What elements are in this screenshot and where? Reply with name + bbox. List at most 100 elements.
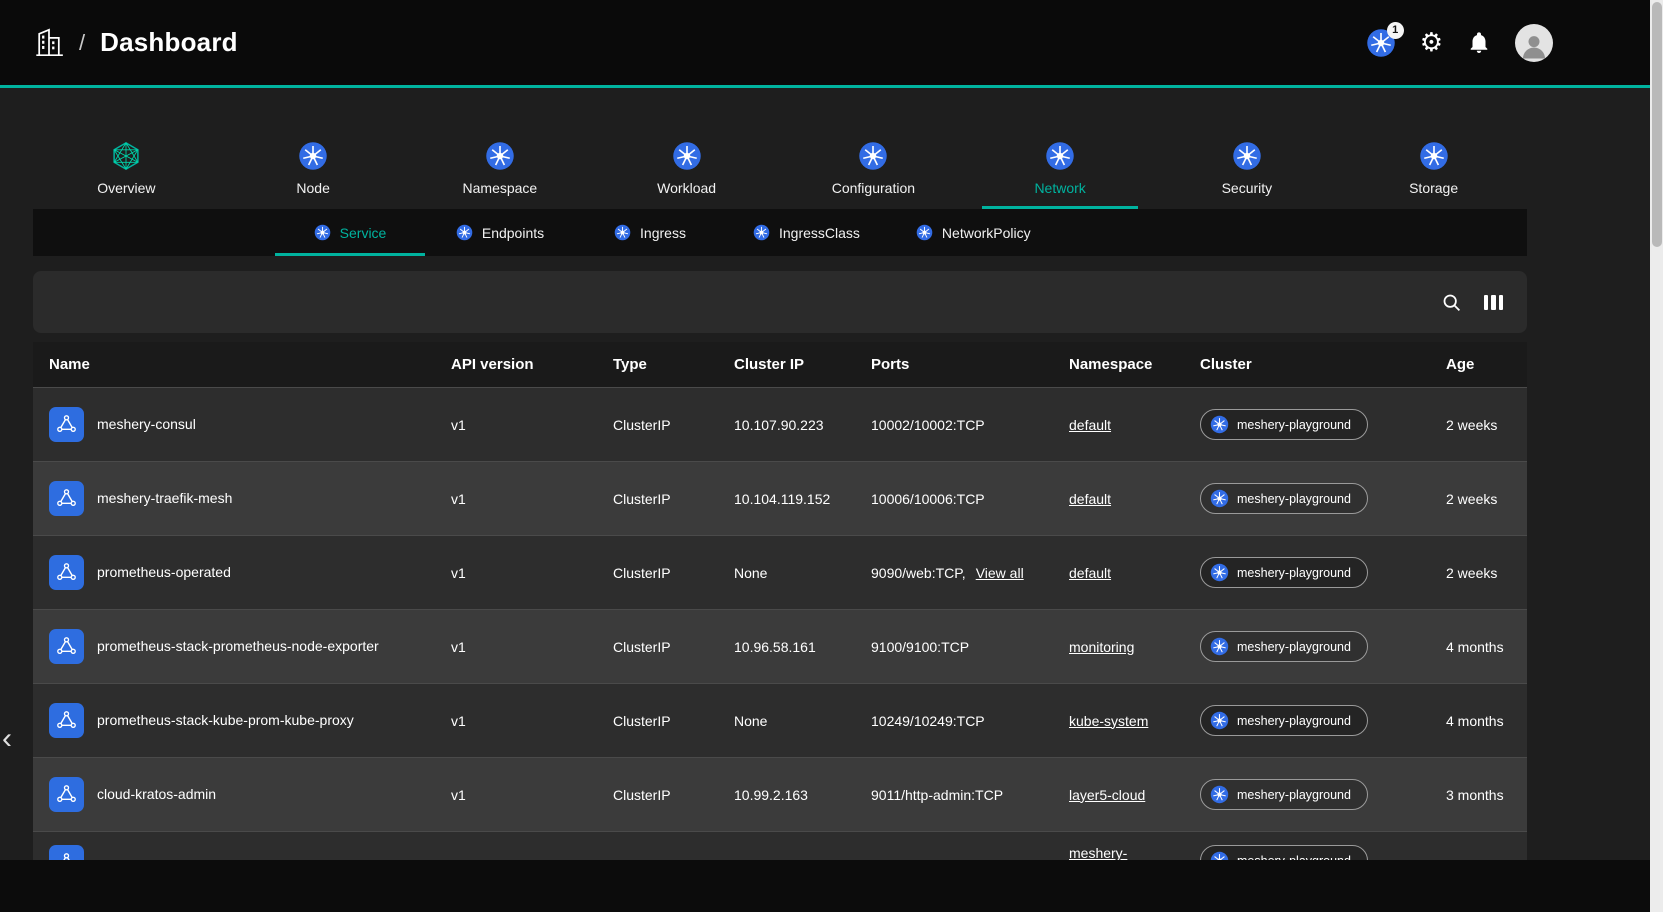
subtab-ingress[interactable]: Ingress	[575, 209, 725, 256]
ports-value: 10249/10249:TCP	[871, 713, 985, 729]
tab-workload[interactable]: Workload	[609, 131, 765, 209]
ports-cell: 10002/10002:TCP	[871, 417, 1069, 433]
sub-tab-label: NetworkPolicy	[942, 225, 1031, 241]
tab-configuration[interactable]: Configuration	[795, 131, 951, 209]
subtab-ingressclass[interactable]: IngressClass	[725, 209, 888, 256]
cluster-chip[interactable]: meshery-playground	[1200, 409, 1368, 440]
column-header-ports[interactable]: Ports	[871, 356, 1069, 373]
cluster-chip[interactable]: meshery-playground	[1200, 631, 1368, 662]
ports-value: 10002/10002:TCP	[871, 417, 985, 433]
table-row[interactable]: meshery-traefik-mesh v1 ClusterIP 10.104…	[33, 462, 1527, 536]
cluster-chip-label: meshery-playground	[1237, 714, 1351, 728]
namespace-link[interactable]: layer5-cloud	[1069, 787, 1145, 803]
scrollbar-thumb[interactable]	[1652, 2, 1662, 247]
namespace-link[interactable]: default	[1069, 491, 1111, 507]
cluster-ip-cell: None	[734, 713, 871, 729]
ports-cell: 9011/http-admin:TCP	[871, 787, 1069, 803]
tab-overview[interactable]: Overview	[48, 131, 204, 209]
view-columns-icon[interactable]	[1484, 295, 1504, 310]
resource-subtabs: Service Endpoints Ingress IngressClass N…	[33, 209, 1527, 256]
name-cell: meshery-consul	[49, 407, 451, 442]
column-header-cluster[interactable]: Cluster	[1200, 356, 1446, 373]
subtab-networkpolicy[interactable]: NetworkPolicy	[888, 209, 1059, 256]
top-app-bar: / Dashboard 1 ⚙	[0, 0, 1663, 88]
topbar-actions: 1 ⚙	[1366, 24, 1553, 62]
kubernetes-icon	[1419, 141, 1449, 171]
name-cell: meshery-traefik-mesh	[49, 481, 451, 516]
cluster-cell: meshery-playground	[1200, 631, 1446, 662]
cluster-chip-label: meshery-playground	[1237, 566, 1351, 580]
table-row[interactable]: cloud-kratos-admin v1 ClusterIP 10.99.2.…	[33, 758, 1527, 832]
service-icon	[49, 777, 84, 812]
cluster-chip-label: meshery-playground	[1237, 418, 1351, 432]
namespace-link[interactable]: default	[1069, 417, 1111, 433]
table-row[interactable]: prometheus-operated v1 ClusterIP None 90…	[33, 536, 1527, 610]
breadcrumb: / Dashboard	[34, 27, 238, 58]
kubernetes-icon	[1210, 563, 1229, 582]
namespace-cell: default	[1069, 491, 1200, 507]
page-scrollbar[interactable]	[1650, 0, 1663, 912]
kubernetes-icon	[1232, 141, 1262, 171]
namespace-link[interactable]: monitoring	[1069, 639, 1134, 655]
cluster-ip-cell: None	[734, 565, 871, 581]
cluster-chip-label: meshery-playground	[1237, 492, 1351, 506]
page-title: Dashboard	[100, 27, 238, 58]
main-tab-label: Configuration	[832, 180, 915, 196]
tab-node[interactable]: Node	[235, 131, 391, 209]
namespace-link[interactable]: kube-system	[1069, 713, 1148, 729]
main-tab-label: Network	[1034, 180, 1085, 196]
meshery-icon	[111, 141, 141, 171]
cluster-ip-cell: 10.99.2.163	[734, 787, 871, 803]
api-version-cell: v1	[451, 787, 613, 803]
sub-tab-label: Service	[340, 225, 387, 241]
tab-security[interactable]: Security	[1169, 131, 1325, 209]
table-body: meshery-consul v1 ClusterIP 10.107.90.22…	[33, 388, 1527, 906]
table-row[interactable]: meshery-consul v1 ClusterIP 10.107.90.22…	[33, 388, 1527, 462]
subtab-service[interactable]: Service	[275, 209, 425, 256]
api-version-cell: v1	[451, 491, 613, 507]
service-name: prometheus-stack-prometheus-node-exporte…	[97, 638, 379, 656]
cluster-chip[interactable]: meshery-playground	[1200, 483, 1368, 514]
subtab-endpoints[interactable]: Endpoints	[425, 209, 575, 256]
column-header-cluster-ip[interactable]: Cluster IP	[734, 356, 871, 373]
settings-icon[interactable]: ⚙	[1420, 30, 1443, 56]
cluster-cell: meshery-playground	[1200, 483, 1446, 514]
organization-icon[interactable]	[34, 27, 64, 58]
kubernetes-icon	[1210, 785, 1229, 804]
service-name: meshery-traefik-mesh	[97, 490, 232, 508]
table-row[interactable]: prometheus-stack-prometheus-node-exporte…	[33, 610, 1527, 684]
cluster-chip[interactable]: meshery-playground	[1200, 557, 1368, 588]
cluster-chip[interactable]: meshery-playground	[1200, 779, 1368, 810]
age-cell: 2 weeks	[1446, 491, 1527, 507]
api-version-cell: v1	[451, 565, 613, 581]
column-header-api-version[interactable]: API version	[451, 356, 613, 373]
cluster-ip-cell: 10.104.119.152	[734, 491, 871, 507]
collapse-drawer-icon[interactable]: ‹	[2, 724, 12, 754]
type-cell: ClusterIP	[613, 491, 734, 507]
table-row[interactable]: prometheus-stack-kube-prom-kube-proxy v1…	[33, 684, 1527, 758]
column-header-age[interactable]: Age	[1446, 356, 1527, 373]
search-icon[interactable]	[1441, 292, 1462, 313]
namespace-link[interactable]: default	[1069, 565, 1111, 581]
ports-cell: 10006/10006:TCP	[871, 491, 1069, 507]
age-cell: 3 months	[1446, 787, 1527, 803]
main-tab-label: Node	[296, 180, 329, 196]
age-cell: 2 weeks	[1446, 417, 1527, 433]
column-header-namespace[interactable]: Namespace	[1069, 356, 1200, 373]
kubernetes-icon	[672, 141, 702, 171]
cluster-chip[interactable]: meshery-playground	[1200, 705, 1368, 736]
column-header-type[interactable]: Type	[613, 356, 734, 373]
user-avatar[interactable]	[1515, 24, 1553, 62]
namespace-cell: default	[1069, 417, 1200, 433]
tab-storage[interactable]: Storage	[1356, 131, 1512, 209]
kubernetes-icon	[298, 141, 328, 171]
cluster-context-button[interactable]: 1	[1366, 28, 1396, 58]
notifications-icon[interactable]	[1467, 31, 1491, 55]
namespace-link[interactable]: meshery-	[1069, 845, 1127, 861]
column-header-name[interactable]: Name	[49, 356, 451, 373]
tab-network[interactable]: Network	[982, 131, 1138, 209]
kubernetes-icon	[1210, 637, 1229, 656]
cluster-cell: meshery-playground	[1200, 705, 1446, 736]
view-all-ports-link[interactable]: View all	[976, 565, 1024, 581]
tab-namespace[interactable]: Namespace	[422, 131, 578, 209]
